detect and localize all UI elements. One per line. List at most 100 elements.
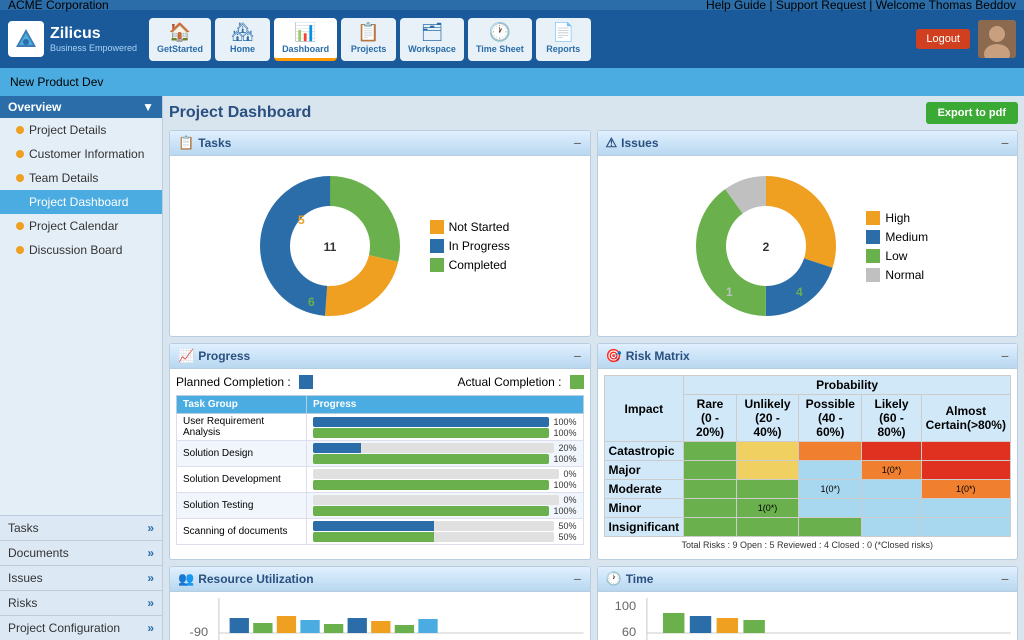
sidebar-item-discussion-board[interactable]: Discussion Board bbox=[0, 238, 162, 262]
risk-cell bbox=[684, 461, 737, 480]
sidebar-bottom-issues[interactable]: Issues» bbox=[0, 565, 162, 590]
nav-item-workspace[interactable]: 🗂Workspace bbox=[400, 18, 464, 61]
time-chart: 100 60 bbox=[604, 598, 1012, 640]
svg-text:11: 11 bbox=[323, 240, 336, 254]
dot-project-details bbox=[16, 126, 24, 134]
tasks-minimize[interactable]: − bbox=[573, 136, 581, 150]
nav-item-home[interactable]: 🏘Home bbox=[215, 18, 270, 61]
dot-customer-info bbox=[16, 150, 24, 158]
risk-panel-header: 🎯 Risk Matrix − bbox=[598, 344, 1018, 369]
legend-high: High bbox=[866, 211, 928, 225]
risk-major: Major bbox=[604, 461, 684, 480]
legend-medium-color bbox=[866, 230, 880, 244]
risk-cell bbox=[684, 518, 737, 537]
risk-cell bbox=[862, 499, 921, 518]
time-title: 🕐 Time bbox=[606, 571, 654, 587]
risk-cell bbox=[862, 442, 921, 461]
sidebar-item-team-details[interactable]: Team Details bbox=[0, 166, 162, 190]
risk-minimize[interactable]: − bbox=[1001, 349, 1009, 363]
sidebar-bottom-items: Tasks»Documents»Issues»Risks»Project Con… bbox=[0, 515, 162, 640]
nav-item-dashboard[interactable]: 📊Dashboard bbox=[274, 18, 337, 61]
nav-item-timesheet[interactable]: 🕐Time Sheet bbox=[468, 18, 532, 61]
table-row: Minor 1(0*) bbox=[604, 499, 1011, 518]
issues-legend: High Medium Low Normal bbox=[866, 211, 928, 282]
sidebar-bottom-tasks[interactable]: Tasks» bbox=[0, 515, 162, 540]
export-button[interactable]: Export to pdf bbox=[926, 102, 1018, 124]
planned-pct: 50% bbox=[558, 521, 576, 531]
dot-project-calendar bbox=[16, 222, 24, 230]
sidebar: Overview ▼ Project DetailsCustomer Infor… bbox=[0, 96, 163, 640]
sidebar-bottom-documents[interactable]: Documents» bbox=[0, 540, 162, 565]
tasks-panel: 📋 Tasks − 11 bbox=[169, 130, 591, 337]
time-icon: 🕐 bbox=[606, 571, 622, 587]
top-right-links[interactable]: Help Guide | Support Request | Welcome T… bbox=[706, 0, 1016, 12]
progress-bar-cell: 20% 100% bbox=[307, 441, 584, 467]
actual-pct: 100% bbox=[553, 428, 576, 438]
progress-icon: 📈 bbox=[178, 348, 194, 364]
logout-button[interactable]: Logout bbox=[916, 29, 970, 49]
table-row: Moderate 1(0*) 1(0*) bbox=[604, 480, 1011, 499]
progress-scroll[interactable]: Task Group Progress User Requirement Ana… bbox=[176, 395, 584, 545]
progress-minimize[interactable]: − bbox=[573, 349, 581, 363]
project-name: New Product Dev bbox=[10, 75, 103, 89]
nav-items: 🏠GetStarted🏘Home📊Dashboard📋Projects🗂Work… bbox=[149, 18, 908, 61]
svg-text:4: 4 bbox=[796, 285, 803, 299]
svg-text:60: 60 bbox=[621, 625, 635, 639]
sidebar-bottom-project-configuration[interactable]: Project Configuration» bbox=[0, 615, 162, 640]
bottom-label-issues: Issues bbox=[8, 571, 43, 585]
sidebar-bottom: Tasks»Documents»Issues»Risks»Project Con… bbox=[0, 515, 162, 640]
getstarted-nav-icon: 🏠 bbox=[169, 22, 191, 43]
risk-cell: 1(0*) bbox=[799, 480, 862, 499]
nav-item-getstarted[interactable]: 🏠GetStarted bbox=[149, 18, 211, 61]
sidebar-item-project-dashboard[interactable]: Project Dashboard bbox=[0, 190, 162, 214]
time-panel: 🕐 Time − 100 60 bbox=[597, 566, 1019, 640]
resource-minimize[interactable]: − bbox=[573, 572, 581, 586]
double-bar: 50% 50% bbox=[313, 521, 577, 542]
legend-completed-label: Completed bbox=[449, 258, 507, 272]
progress-bar-cell: 50% 50% bbox=[307, 519, 584, 545]
home-nav-icon: 🏘 bbox=[231, 22, 254, 43]
svg-text:3: 3 bbox=[796, 205, 803, 219]
resource-title: 👥 Resource Utilization bbox=[178, 571, 314, 587]
logo: Zilicus Business Empowered bbox=[8, 21, 137, 57]
risk-cell bbox=[921, 499, 1010, 518]
legend-completed-color bbox=[430, 258, 444, 272]
risk-tbody: Catastropic Major bbox=[604, 442, 1011, 537]
risk-matrix-panel: 🎯 Risk Matrix − Impact Probability bbox=[597, 343, 1019, 560]
legend-medium-label: Medium bbox=[885, 230, 928, 244]
task-name-cell: Solution Development bbox=[177, 467, 307, 493]
getstarted-nav-label: GetStarted bbox=[157, 44, 203, 54]
risk-cell bbox=[799, 442, 862, 461]
nav-item-reports[interactable]: 📄Reports bbox=[536, 18, 591, 61]
nav-item-projects[interactable]: 📋Projects bbox=[341, 18, 396, 61]
collapse-icon: ▼ bbox=[142, 100, 154, 114]
risk-cell bbox=[799, 461, 862, 480]
legend-low: Low bbox=[866, 249, 928, 263]
planned-color-box bbox=[299, 375, 313, 389]
risk-body: Impact Probability Rare(0 - 20%) Unlikel… bbox=[598, 369, 1018, 559]
legend-high-label: High bbox=[885, 211, 910, 225]
sidebar-item-project-details[interactable]: Project Details bbox=[0, 118, 162, 142]
sidebar-item-customer-info[interactable]: Customer Information bbox=[0, 142, 162, 166]
progress-bar-cell: 0% 100% bbox=[307, 493, 584, 519]
label-team-details: Team Details bbox=[29, 171, 98, 185]
task-name-cell: Solution Testing bbox=[177, 493, 307, 519]
svg-text:100: 100 bbox=[614, 599, 636, 613]
sidebar-section-overview[interactable]: Overview ▼ bbox=[0, 96, 162, 118]
issues-minimize[interactable]: − bbox=[1001, 136, 1009, 150]
resource-utilization-panel: 👥 Resource Utilization − -90 bbox=[169, 566, 591, 640]
dashboard-nav-icon: 📊 bbox=[294, 22, 316, 43]
bottom-label-tasks: Tasks bbox=[8, 521, 39, 535]
double-bar: 100% 100% bbox=[313, 417, 577, 438]
legend-low-color bbox=[866, 249, 880, 263]
table-row: Insignificant bbox=[604, 518, 1011, 537]
projects-nav-icon: 📋 bbox=[357, 22, 379, 43]
time-minimize[interactable]: − bbox=[1001, 572, 1009, 586]
sidebar-item-project-calendar[interactable]: Project Calendar bbox=[0, 214, 162, 238]
resource-chart: -90 bbox=[176, 598, 584, 640]
sidebar-bottom-risks[interactable]: Risks» bbox=[0, 590, 162, 615]
label-project-calendar: Project Calendar bbox=[29, 219, 118, 233]
risk-cell bbox=[736, 442, 798, 461]
label-discussion-board: Discussion Board bbox=[29, 243, 122, 257]
planned-label: Planned Completion : bbox=[176, 375, 291, 389]
